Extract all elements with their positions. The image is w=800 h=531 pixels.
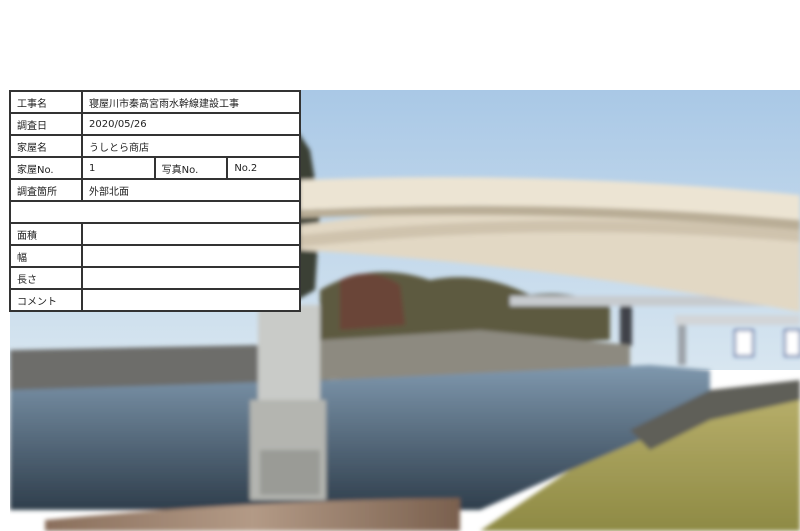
house-no-value: 1 bbox=[81, 156, 156, 180]
house-name-value: うしとら商店 bbox=[81, 134, 301, 158]
photo-no-label: 写真No. bbox=[153, 156, 229, 180]
row-construction-name: 工事名 寝屋川市秦高宮雨水幹線建設工事 bbox=[9, 90, 301, 114]
construction-name-label: 工事名 bbox=[9, 90, 83, 114]
row-comment: コメント bbox=[9, 288, 301, 312]
survey-location-value: 外部北面 bbox=[81, 178, 301, 202]
comment-label: コメント bbox=[9, 288, 83, 312]
row-area: 面積 bbox=[9, 222, 301, 246]
row-house-no: 家屋No. 1 写真No. No.2 bbox=[9, 156, 301, 180]
viewer-stage: 工事名 寝屋川市秦高宮雨水幹線建設工事 調査日 2020/05/26 家屋名 う… bbox=[0, 0, 800, 531]
comment-value bbox=[81, 288, 301, 312]
blank-cell bbox=[9, 200, 301, 224]
survey-info-table: 工事名 寝屋川市秦高宮雨水幹線建設工事 調査日 2020/05/26 家屋名 う… bbox=[9, 90, 301, 312]
far-bridge-pier bbox=[620, 306, 632, 346]
row-survey-date: 調査日 2020/05/26 bbox=[9, 112, 301, 136]
length-label: 長さ bbox=[9, 266, 83, 290]
row-width: 幅 bbox=[9, 244, 301, 268]
photo-no-value: No.2 bbox=[226, 156, 301, 180]
row-survey-location: 調査箇所 外部北面 bbox=[9, 178, 301, 202]
width-label: 幅 bbox=[9, 244, 83, 268]
survey-location-label: 調査箇所 bbox=[9, 178, 83, 202]
house-no-label: 家屋No. bbox=[9, 156, 83, 180]
area-value bbox=[81, 222, 301, 246]
survey-date-label: 調査日 bbox=[9, 112, 83, 136]
bridge-pier bbox=[258, 305, 320, 405]
width-value bbox=[81, 244, 301, 268]
construction-name-value: 寝屋川市秦高宮雨水幹線建設工事 bbox=[81, 90, 301, 114]
area-label: 面積 bbox=[9, 222, 83, 246]
length-value bbox=[81, 266, 301, 290]
survey-date-value: 2020/05/26 bbox=[81, 112, 301, 136]
right-bridge-deck bbox=[675, 315, 800, 325]
row-length: 長さ bbox=[9, 266, 301, 290]
row-house-name: 家屋名 うしとら商店 bbox=[9, 134, 301, 158]
row-blank bbox=[9, 200, 301, 224]
house-name-label: 家屋名 bbox=[9, 134, 83, 158]
